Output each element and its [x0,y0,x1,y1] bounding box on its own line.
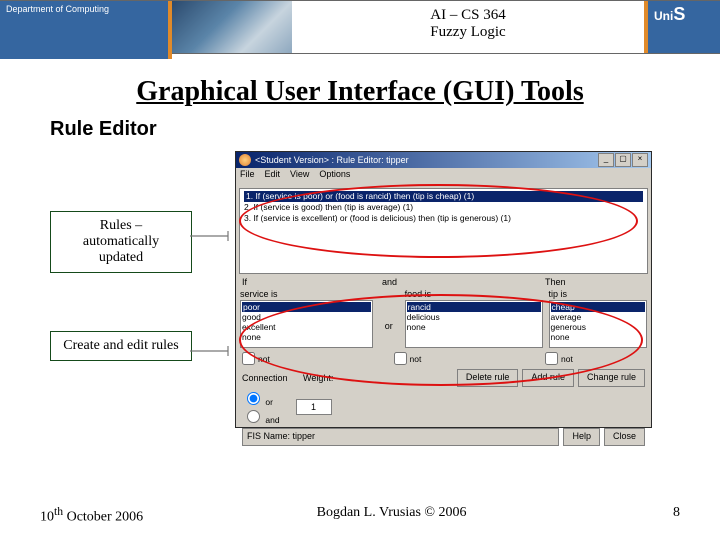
section-title: Rule Editor [50,118,720,141]
callout-rules: Rules – automatically updated [50,211,192,273]
accent-bar [168,1,172,59]
menu-options[interactable]: Options [319,169,350,184]
page-title: Graphical User Interface (GUI) Tools [0,76,720,108]
menu-edit[interactable]: Edit [265,169,281,184]
accent-bar [644,1,648,53]
or-opt: or [265,397,273,407]
and-opt: and [265,415,279,425]
footer-author: Bogdan L. Vrusias © 2006 [143,505,640,526]
course-name: AI – CS 364 [292,7,644,24]
minimize-button[interactable]: _ [598,153,614,167]
course-topic: Fuzzy Logic [292,24,644,41]
help-button[interactable]: Help [563,428,600,446]
then-label: Then [545,277,645,287]
slide-footer: 10th October 2006 Bogdan L. Vrusias © 20… [0,505,720,526]
and-label: and [382,277,532,287]
app-icon [239,154,251,166]
dept-block: Department of Computing [0,1,172,59]
menu-view[interactable]: View [290,169,309,184]
menu-bar: File Edit View Options [236,168,651,185]
page-number: 8 [640,505,680,526]
title-bar: <Student Version> : Rule Editor: tipper … [236,152,651,168]
logo-block: UniS [644,1,720,53]
menu-file[interactable]: File [240,169,255,184]
diagram-area: Rules – automatically updated Create and… [30,151,720,451]
close-window-button[interactable]: Close [604,428,645,446]
course-block: AI – CS 364 Fuzzy Logic [292,1,644,53]
footer-date: 10th October 2006 [40,505,143,526]
maximize-button[interactable]: ▢ [615,153,631,167]
conn-or-radio[interactable] [247,392,260,405]
highlight-oval-rules [239,184,638,258]
fis-name: FIS Name: tipper [242,428,559,446]
header-photo [172,1,292,53]
change-rule-button[interactable]: Change rule [578,369,645,387]
slide-header: Department of Computing AI – CS 364 Fuzz… [0,0,720,54]
weight-field[interactable]: 1 [296,399,332,415]
conn-and-radio[interactable] [247,410,260,423]
tip-label: tip is [549,289,647,299]
connection-label: Connection [242,373,297,383]
window-title: <Student Version> : Rule Editor: tipper [255,155,409,165]
dept-title: Department of Computing [6,4,109,14]
unis-logo: UniS [654,4,685,25]
if-label: If [242,277,382,287]
close-button[interactable]: × [632,153,648,167]
callout-create: Create and edit rules [50,331,192,361]
highlight-oval-editor [239,294,643,386]
